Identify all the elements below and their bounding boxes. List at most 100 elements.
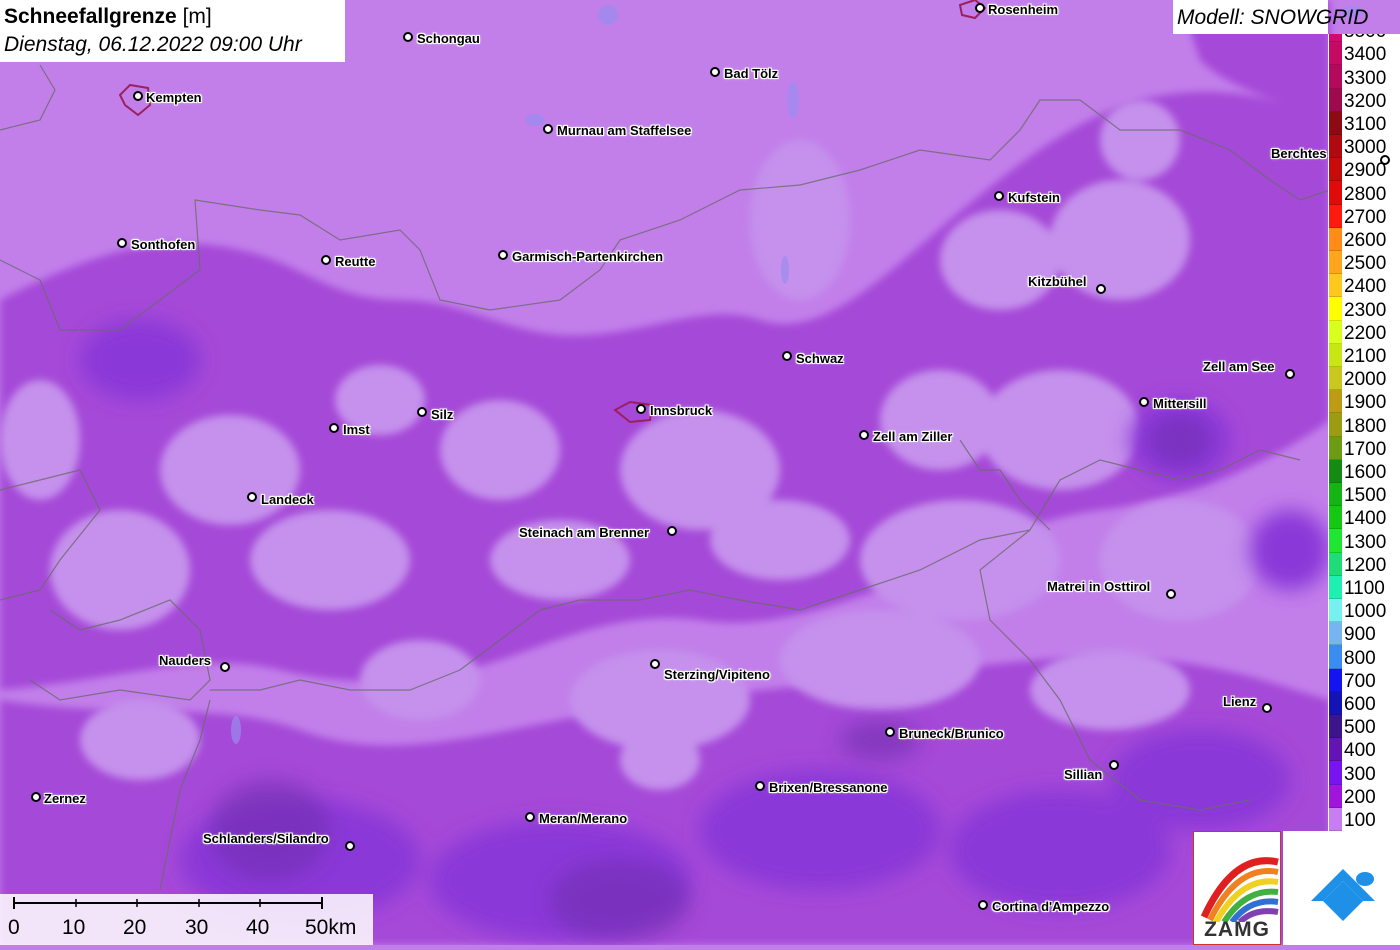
legend-swatch bbox=[1329, 575, 1342, 599]
city-label: Nauders bbox=[159, 653, 212, 668]
legend-label: 3100 bbox=[1344, 114, 1387, 135]
legend-label: 3200 bbox=[1344, 90, 1387, 112]
legend-label: 1500 bbox=[1344, 485, 1387, 507]
city-label: Brixen/Bressanone bbox=[769, 780, 888, 795]
city-label: Cortina d'Ampezzo bbox=[992, 899, 1110, 914]
city-marker bbox=[710, 67, 720, 77]
city-marker bbox=[543, 124, 553, 134]
legend-label: 200 bbox=[1344, 786, 1376, 808]
city-marker bbox=[994, 191, 1004, 201]
scale-label: 0 bbox=[8, 916, 20, 939]
legend-label: 700 bbox=[1344, 670, 1376, 692]
legend-label: 2600 bbox=[1344, 230, 1387, 251]
legend-label: 3300 bbox=[1344, 67, 1387, 89]
legend-label: 100 bbox=[1344, 810, 1376, 831]
city-label: Zell am Ziller bbox=[873, 429, 953, 444]
legend-label: 2900 bbox=[1344, 160, 1387, 182]
legend-swatch bbox=[1329, 274, 1342, 298]
legend-label: 300 bbox=[1344, 763, 1376, 785]
map-title: Schneefallgrenze [m] bbox=[4, 3, 341, 31]
city-label: Kempten bbox=[146, 90, 202, 105]
model-label: Modell: SNOWGRID bbox=[1173, 0, 1368, 34]
city-label: Meran/Merano bbox=[539, 811, 628, 826]
legend-swatch bbox=[1329, 436, 1342, 460]
legend-swatch bbox=[1329, 111, 1342, 135]
city-label: Sillian bbox=[1064, 767, 1103, 782]
title-box: Schneefallgrenze [m] Dienstag, 06.12.202… bbox=[0, 0, 345, 62]
city-label: Innsbruck bbox=[650, 403, 713, 418]
city-marker bbox=[1380, 155, 1390, 165]
city-marker bbox=[975, 3, 985, 13]
legend-label: 1600 bbox=[1344, 462, 1387, 483]
city-marker bbox=[1096, 284, 1106, 294]
city-label: Silz bbox=[431, 407, 454, 422]
legend-label: 2500 bbox=[1344, 253, 1387, 275]
city-marker bbox=[636, 404, 646, 414]
city-marker bbox=[978, 900, 988, 910]
title-text: Schneefallgrenze bbox=[4, 5, 177, 28]
snow-roof-icon bbox=[1311, 869, 1375, 921]
snowline-map bbox=[0, 0, 1400, 945]
city-marker bbox=[220, 662, 230, 672]
legend-swatch bbox=[1329, 761, 1342, 785]
zamg-logo: ZAMG bbox=[1193, 831, 1281, 945]
city-marker bbox=[1262, 703, 1272, 713]
legend-label: 2000 bbox=[1344, 369, 1387, 391]
legend: 3500 340033003200310030002900280027002600… bbox=[1328, 34, 1400, 831]
legend-color-bar bbox=[1329, 34, 1342, 831]
city-label: Schwaz bbox=[796, 351, 844, 366]
legend-label: 3000 bbox=[1344, 137, 1387, 159]
legend-swatch bbox=[1329, 599, 1342, 623]
rainbow-icon bbox=[1200, 857, 1279, 922]
city-marker bbox=[859, 430, 869, 440]
legend-swatch bbox=[1329, 42, 1342, 66]
city-label: Schlanders/Silandro bbox=[203, 831, 329, 846]
city-marker bbox=[417, 407, 427, 417]
legend-swatch bbox=[1329, 88, 1342, 112]
title-unit: [m] bbox=[182, 5, 212, 28]
city-label: Bad Tölz bbox=[724, 66, 779, 81]
city-marker bbox=[667, 526, 677, 536]
legend-swatch bbox=[1329, 413, 1342, 437]
city-marker bbox=[1166, 589, 1176, 599]
legend-label: 800 bbox=[1344, 647, 1376, 669]
legend-label: 600 bbox=[1344, 694, 1376, 715]
city-marker bbox=[31, 792, 41, 802]
legend-swatch bbox=[1329, 343, 1342, 367]
legend-label: 900 bbox=[1344, 624, 1376, 646]
legend-swatch bbox=[1329, 158, 1342, 182]
city-marker bbox=[133, 91, 143, 101]
city-marker bbox=[117, 238, 127, 248]
legend-swatch bbox=[1329, 622, 1342, 646]
legend-swatch bbox=[1329, 297, 1342, 321]
city-marker bbox=[329, 423, 339, 433]
city-label: Matrei in Osttirol bbox=[1047, 579, 1151, 594]
scale-label: 50km bbox=[305, 916, 357, 939]
city-label: Garmisch-Partenkirchen bbox=[512, 249, 664, 264]
legend-swatch bbox=[1329, 668, 1342, 692]
legend-swatch bbox=[1329, 483, 1342, 507]
city-label: Landeck bbox=[261, 492, 314, 507]
snowgrid-logo bbox=[1283, 831, 1400, 945]
legend-swatch bbox=[1329, 390, 1342, 414]
city-marker bbox=[321, 255, 331, 265]
city-label: Bruneck/Brunico bbox=[899, 726, 1004, 741]
legend-swatch bbox=[1329, 204, 1342, 228]
legend-label: 2300 bbox=[1344, 299, 1387, 321]
legend-label: 1400 bbox=[1344, 508, 1387, 530]
legend-swatch bbox=[1329, 529, 1342, 553]
legend-swatch bbox=[1329, 807, 1342, 831]
legend-label: 3400 bbox=[1344, 44, 1387, 66]
zamg-logo-text: ZAMG bbox=[1204, 918, 1270, 941]
city-marker bbox=[782, 351, 792, 361]
scale-label: 30 bbox=[185, 916, 209, 939]
city-label: Rosenheim bbox=[988, 2, 1059, 17]
legend-swatch bbox=[1329, 251, 1342, 275]
city-marker bbox=[525, 812, 535, 822]
city-marker bbox=[650, 659, 660, 669]
legend-label: 1100 bbox=[1344, 578, 1385, 599]
city-marker bbox=[1109, 760, 1119, 770]
legend-label: 2700 bbox=[1344, 206, 1387, 228]
city-label: Zernez bbox=[44, 791, 86, 806]
legend-swatch bbox=[1329, 738, 1342, 762]
